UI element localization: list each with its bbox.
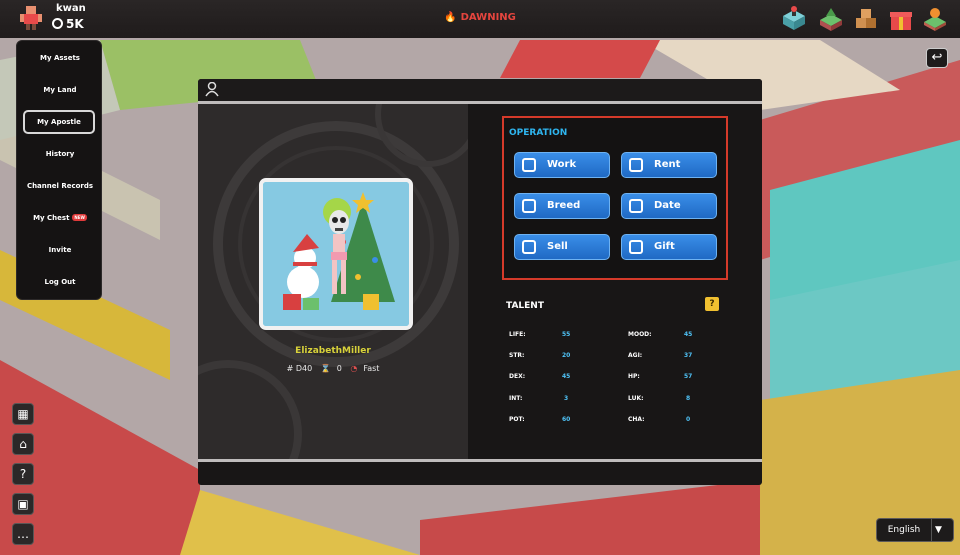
side-menu: My Assets My Land My Apostle History Cha… <box>16 40 102 300</box>
work-button[interactable]: Work <box>514 152 610 178</box>
status-label: 🔥 DAWNING <box>0 12 960 23</box>
character-art <box>263 182 409 326</box>
gift-icon[interactable] <box>888 6 914 32</box>
menu-item-my-assets[interactable]: My Assets <box>17 54 103 62</box>
gift-button[interactable]: Gift <box>621 234 717 260</box>
cube-icon[interactable]: ▣ <box>12 493 34 515</box>
button-label: Gift <box>654 241 675 252</box>
menu-item-label: My Chest <box>33 214 70 222</box>
talent-value: 45 <box>562 373 571 380</box>
new-badge: NEW <box>72 214 87 221</box>
character-portrait <box>259 178 413 330</box>
talent-label: CHA: <box>628 416 645 423</box>
talent-value: 57 <box>684 373 693 380</box>
flame-icon: 🔥 <box>444 12 457 23</box>
speed-label: Fast <box>363 364 380 373</box>
undo-icon: ↩ <box>931 50 943 65</box>
button-label: Sell <box>547 241 568 252</box>
talent-label: POT: <box>509 416 525 423</box>
gift-box-icon <box>629 240 643 254</box>
box-icon[interactable]: ▦ <box>12 403 34 425</box>
menu-item-channel-records[interactable]: Channel Records <box>17 182 103 190</box>
person-icon <box>205 82 219 97</box>
button-label: Date <box>654 200 681 211</box>
character-id: # D40 <box>286 364 313 373</box>
back-button[interactable]: ↩ <box>926 48 948 68</box>
button-label: Breed <box>547 200 581 211</box>
sell-button[interactable]: Sell <box>514 234 610 260</box>
menu-item-invite[interactable]: Invite <box>17 246 103 254</box>
talent-section: TALENT ? LIFE: 55 STR: 20 DEX: 45 INT: 3… <box>502 289 728 444</box>
help-icon[interactable]: ? <box>12 463 34 485</box>
talent-label: HP: <box>628 373 640 380</box>
talent-value: 0 <box>686 416 691 423</box>
talent-title: TALENT <box>506 301 544 311</box>
hourglass-icon: ⌛ <box>320 364 331 373</box>
talent-label: LIFE: <box>509 331 526 338</box>
cart-icon <box>522 158 536 172</box>
talent-value: 37 <box>684 352 693 359</box>
speedometer-icon: ◔ <box>350 364 358 373</box>
button-label: Work <box>547 159 577 170</box>
operation-section: OPERATION Work Rent Breed Date Sell Gift <box>502 116 728 280</box>
date-button[interactable]: Date <box>621 193 717 219</box>
land-pin-icon[interactable] <box>922 6 948 32</box>
menu-item-my-apostle[interactable]: My Apostle <box>23 110 95 134</box>
button-label: Rent <box>654 159 681 170</box>
breed-button[interactable]: Breed <box>514 193 610 219</box>
land-icon[interactable] <box>818 6 844 32</box>
apostle-panel: ElizabethMiller # D40 ⌛ 0 ◔ Fast OPERATION… <box>198 79 762 485</box>
price-tag-icon <box>522 240 536 254</box>
menu-item-my-land[interactable]: My Land <box>17 86 103 94</box>
menu-item-my-chest[interactable]: My Chest NEW <box>17 214 103 222</box>
talent-label: STR: <box>509 352 525 359</box>
talent-value: 55 <box>562 331 571 338</box>
talent-value: 3 <box>564 395 569 402</box>
talent-label: DEX: <box>509 373 526 380</box>
boxes-icon[interactable] <box>853 6 879 32</box>
panel-header <box>198 79 762 101</box>
character-area: ElizabethMiller # D40 ⌛ 0 ◔ Fast <box>198 104 468 459</box>
talent-value: 60 <box>562 416 571 423</box>
rent-button[interactable]: Rent <box>621 152 717 178</box>
menu-item-history[interactable]: History <box>17 150 103 158</box>
talent-value: 45 <box>684 331 693 338</box>
divider <box>198 459 762 462</box>
language-label: English <box>887 525 921 535</box>
talent-label: LUK: <box>628 395 644 402</box>
operation-title: OPERATION <box>509 128 568 138</box>
hud-icon[interactable]: ⌂ <box>12 433 34 455</box>
divider <box>931 519 932 541</box>
talent-label: AGI: <box>628 352 643 359</box>
character-meta: # D40 ⌛ 0 ◔ Fast <box>198 364 468 373</box>
talent-value: 8 <box>686 395 691 402</box>
talent-help-button[interactable]: ? <box>705 297 719 311</box>
talent-label: MOOD: <box>628 331 652 338</box>
menu-item-log-out[interactable]: Log Out <box>17 278 103 286</box>
heart-icon <box>629 199 643 213</box>
arcade-icon[interactable] <box>781 6 807 32</box>
chevron-down-icon: ▼ <box>935 525 942 535</box>
character-name: ElizabethMiller <box>295 346 371 356</box>
top-bar: kwan 5K 🔥 DAWNING <box>0 0 960 38</box>
talent-label: INT: <box>509 395 523 402</box>
gender-icon <box>522 199 536 213</box>
hand-coin-icon <box>629 158 643 172</box>
language-select[interactable]: English ▼ <box>876 518 954 542</box>
generation-count: 0 <box>336 364 342 373</box>
talent-value: 20 <box>562 352 571 359</box>
status-text: DAWNING <box>460 12 516 23</box>
chat-icon[interactable]: … <box>12 523 34 545</box>
